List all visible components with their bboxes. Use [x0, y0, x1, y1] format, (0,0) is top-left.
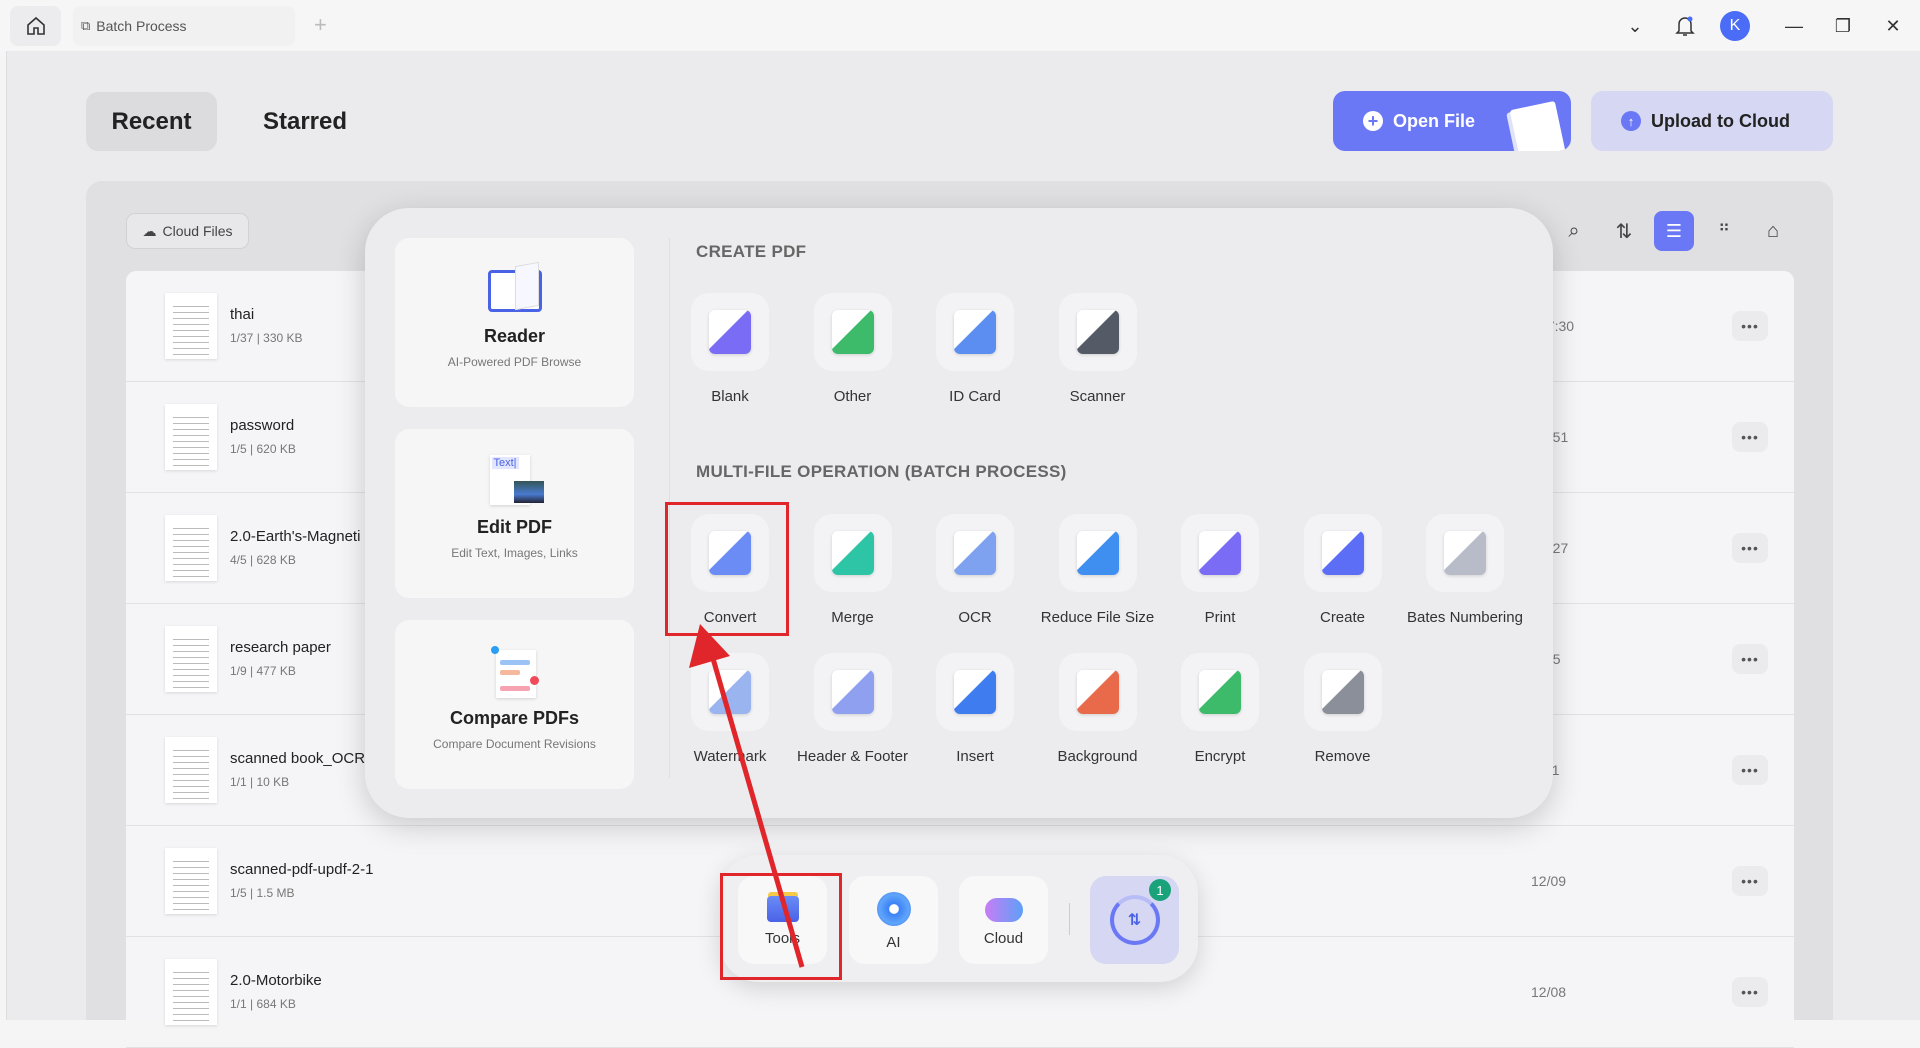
annotation-arrow — [689, 624, 805, 968]
arrow-head — [689, 624, 730, 668]
